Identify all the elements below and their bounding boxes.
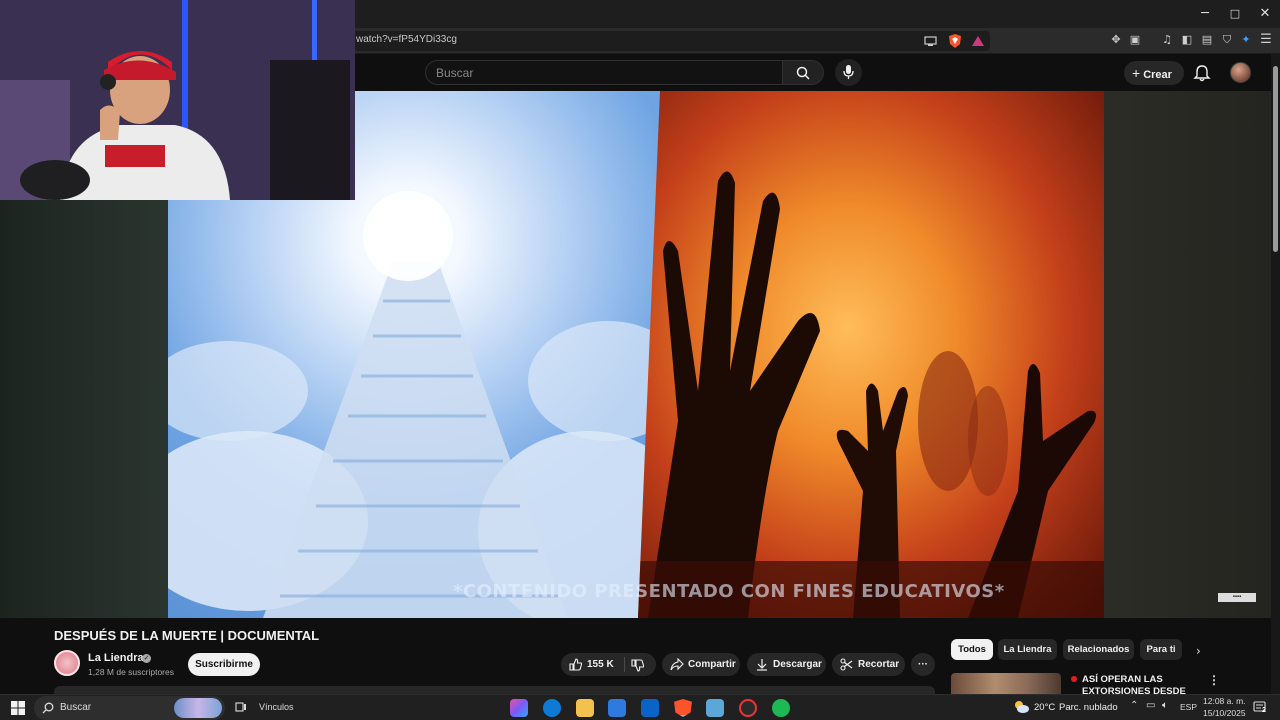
create-label: Crear: [1143, 69, 1172, 81]
weather-description[interactable]: Parc. nublado: [1059, 702, 1118, 713]
subscribe-button[interactable]: Suscribirme: [188, 653, 260, 676]
channel-watermark[interactable]: ▪▪▪▪: [1218, 593, 1256, 602]
plus-icon: +: [1132, 65, 1141, 81]
edge-icon[interactable]: [543, 699, 561, 717]
account-avatar[interactable]: [1230, 62, 1251, 83]
search-box: [425, 60, 783, 85]
recommendation-menu-icon[interactable]: ⋮: [1208, 673, 1220, 687]
wallet-icon[interactable]: ▤: [1199, 32, 1215, 48]
chip-para-ti[interactable]: Para ti: [1140, 639, 1182, 660]
more-actions-button[interactable]: ···: [911, 653, 935, 676]
streamer-webcam-overlay: [0, 0, 355, 200]
taskbar-search-label: Buscar: [60, 702, 92, 713]
search-icon: [796, 66, 810, 80]
like-dislike-group: 155 K: [561, 653, 656, 676]
share-label: Compartir: [688, 659, 736, 670]
volume-icon[interactable]: 🔈︎: [1162, 700, 1168, 711]
extensions-icon[interactable]: ✥: [1108, 32, 1124, 48]
scrollbar-thumb[interactable]: [1273, 66, 1278, 252]
video-frame-hell: [638, 91, 1104, 618]
brave-browser-icon[interactable]: [674, 699, 692, 717]
chip-la-liendra[interactable]: La Liendra: [998, 639, 1057, 660]
like-count[interactable]: 155 K: [587, 653, 614, 676]
dislike-icon[interactable]: [631, 659, 644, 672]
share-button[interactable]: Compartir: [662, 653, 740, 676]
minimize-window-button[interactable]: ─: [1190, 4, 1220, 24]
task-view-icon[interactable]: [235, 701, 247, 713]
create-button[interactable]: + Crear: [1124, 61, 1184, 85]
share-icon: [670, 658, 684, 671]
network-icon[interactable]: ▭: [1146, 700, 1155, 711]
leo-ai-icon[interactable]: ✦: [1238, 32, 1254, 48]
file-explorer-icon[interactable]: [576, 699, 594, 717]
video-title: DESPUÉS DE LA MUERTE | DOCUMENTAL: [54, 628, 320, 643]
channel-name[interactable]: La Liendra: [88, 652, 144, 664]
channel-avatar[interactable]: [54, 650, 80, 676]
brave-rewards-icon[interactable]: [971, 34, 985, 48]
chevron-up-icon[interactable]: ⌃: [1130, 700, 1138, 711]
close-window-button[interactable]: ✕: [1250, 4, 1280, 24]
streamer-figure: [0, 0, 355, 200]
chip-relacionados[interactable]: Relacionados: [1063, 639, 1134, 660]
voice-search-button[interactable]: [835, 59, 862, 86]
search-highlight-image: [174, 698, 222, 718]
weather-cloudy-icon[interactable]: [1013, 700, 1029, 714]
description-box[interactable]: [54, 686, 935, 694]
clip-button[interactable]: Recortar: [832, 653, 905, 676]
download-label: Descargar: [773, 659, 822, 670]
download-icon: [757, 659, 767, 671]
notification-count: 2: [1262, 707, 1266, 714]
url-bar[interactable]: watch?v=fP54YDi33cg: [350, 31, 990, 51]
taskbar-search[interactable]: Buscar: [34, 696, 225, 720]
url-text: watch?v=fP54YDi33cg: [356, 34, 457, 45]
obs-icon[interactable]: [739, 699, 757, 717]
windows-taskbar: Buscar Vínculos 20°C Parc. nublado ⌃ ▭ 🔈…: [0, 694, 1280, 720]
cast-icon[interactable]: [924, 35, 937, 47]
video-disclaimer-caption: *CONTENIDO PRESENTADO CON FINES EDUCATIV…: [453, 581, 1005, 602]
vpn-shield-icon[interactable]: ⛉: [1219, 32, 1235, 48]
maximize-window-button[interactable]: □: [1220, 4, 1250, 24]
windows-start-icon[interactable]: [10, 700, 26, 716]
clip-label: Recortar: [858, 659, 900, 670]
search-icon: [42, 702, 54, 714]
links-toolbar-label[interactable]: Vínculos: [259, 702, 294, 712]
like-divider: [624, 657, 625, 672]
music-icon[interactable]: ♫: [1159, 32, 1175, 48]
microsoft-store-icon[interactable]: [608, 699, 626, 717]
subscriber-count: 1,28 M de suscriptores: [88, 667, 174, 677]
chip-todos[interactable]: Todos: [951, 639, 993, 660]
chevron-right-icon[interactable]: ›: [1196, 644, 1201, 658]
spotify-icon[interactable]: [772, 699, 790, 717]
recommendation-thumbnail[interactable]: [951, 673, 1061, 694]
download-button[interactable]: Descargar: [747, 653, 826, 676]
screenshot-icon[interactable]: ▣: [1127, 32, 1143, 48]
copilot-icon[interactable]: [510, 699, 528, 717]
notepad-icon[interactable]: [706, 699, 724, 717]
notifications-bell-icon[interactable]: [1192, 63, 1212, 83]
menu-icon[interactable]: ☰: [1258, 32, 1274, 48]
sidebar-icon[interactable]: ◧: [1179, 32, 1195, 48]
input-language[interactable]: ESP: [1180, 702, 1197, 712]
brave-shield-icon[interactable]: [948, 33, 962, 49]
scissors-icon: [840, 658, 853, 671]
verified-badge-icon: ✓: [142, 654, 151, 663]
like-icon[interactable]: [569, 658, 582, 671]
clock-date[interactable]: 15/10/2025: [1203, 708, 1246, 718]
hands-silhouette-illustration: [638, 171, 1104, 618]
search-button[interactable]: [782, 60, 824, 85]
clock-time[interactable]: 12:08 a. m.: [1203, 696, 1246, 706]
weather-temperature[interactable]: 20°C: [1034, 702, 1055, 713]
microphone-icon: [843, 65, 854, 79]
outlook-icon[interactable]: [641, 699, 659, 717]
search-input[interactable]: [426, 61, 783, 84]
